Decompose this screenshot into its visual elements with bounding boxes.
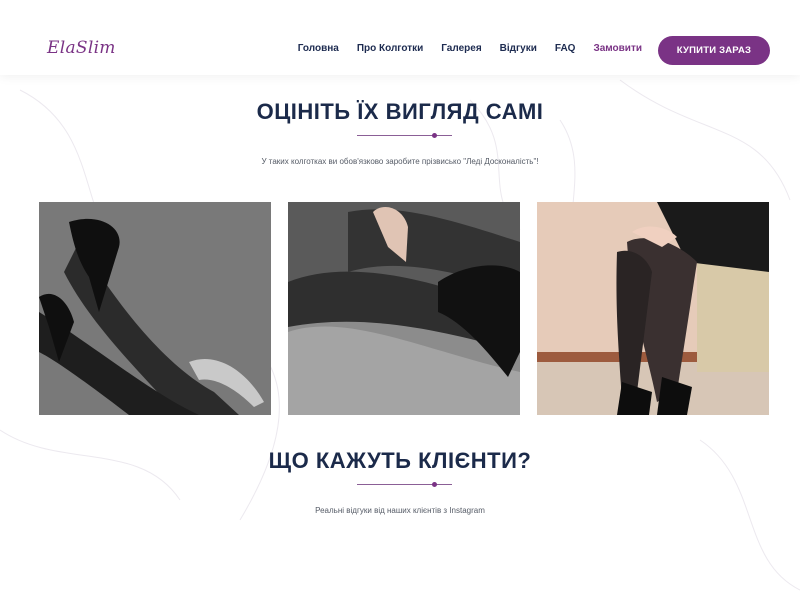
gallery-photo-1[interactable] xyxy=(39,202,271,415)
gallery-subtitle: У таких колготках ви обов'язково заробит… xyxy=(261,157,539,166)
gallery-divider xyxy=(357,133,452,138)
nav-home[interactable]: Головна xyxy=(298,43,339,54)
nav-faq[interactable]: FAQ xyxy=(555,43,576,54)
nav-gallery[interactable]: Галерея xyxy=(441,43,481,54)
gallery-title: ОЦІНІТЬ ЇХ ВИГЛЯД САМІ xyxy=(256,99,544,124)
nav-order[interactable]: Замовити xyxy=(593,43,642,54)
divider-dot xyxy=(432,133,437,138)
reviews-title: ЩО КАЖУТЬ КЛІЄНТИ? xyxy=(268,448,532,473)
reviews-subtitle: Реальні відгуки від наших клієнтів з Ins… xyxy=(315,506,485,515)
reviews-divider xyxy=(357,482,452,487)
nav-reviews[interactable]: Відгуки xyxy=(500,43,537,54)
gallery-photo-3[interactable] xyxy=(537,202,769,415)
nav-about[interactable]: Про Колготки xyxy=(357,43,423,54)
buy-now-button[interactable]: КУПИТИ ЗАРАЗ xyxy=(658,36,770,65)
divider-dot xyxy=(432,482,437,487)
gallery-photo-2[interactable] xyxy=(288,202,520,415)
site-header: ElaSlim Головна Про Колготки Галерея Від… xyxy=(0,0,800,75)
main-nav: Головна Про Колготки Галерея Відгуки FAQ… xyxy=(298,43,642,54)
logo[interactable]: ElaSlim xyxy=(47,38,116,58)
